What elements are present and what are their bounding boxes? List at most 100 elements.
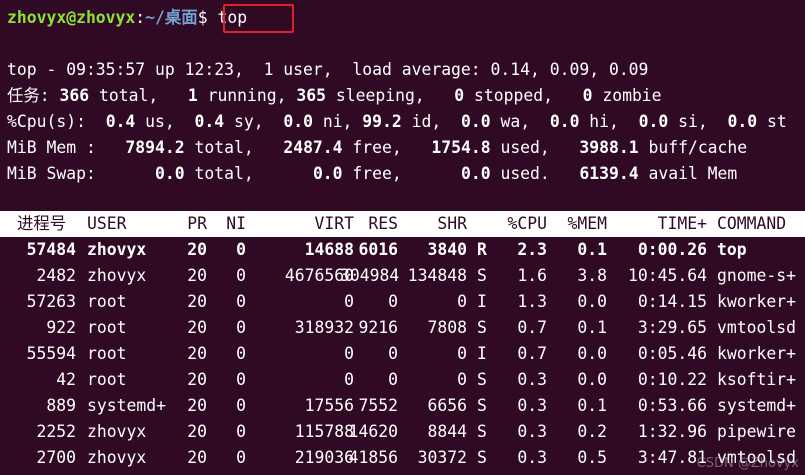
row-command: vmtoolsd [717, 318, 796, 337]
row-pid: 57263 [26, 292, 76, 311]
cpu-us-label: us, [135, 112, 195, 131]
table-row[interactable]: 57484 zhovyx 20 0 14688 6016 3840 R 2.3 … [0, 237, 805, 263]
watermark: CSDN @Zhovyx [696, 456, 799, 471]
row-command: top [717, 240, 747, 259]
swap-used: 0.0 [460, 164, 491, 183]
uptime-line: top - 09:35:57 up 12:23, 1 user, load av… [7, 60, 649, 79]
row-virt: 115788 [294, 422, 354, 441]
col-user: USER [87, 214, 127, 233]
row-state: R [477, 240, 487, 259]
terminal-window[interactable]: zhovyx@zhovyx:~/桌面$ top top - 09:35:57 u… [0, 0, 805, 475]
table-row[interactable]: 2482 zhovyx 20 0 4676560 304984 134848 S… [0, 263, 805, 289]
table-row[interactable]: 889 systemd+ 20 0 17556 7552 6656 S 0.3 … [0, 393, 805, 419]
row-pid: 2700 [36, 448, 76, 467]
row-state: S [477, 266, 487, 285]
table-row[interactable]: 922 root 20 0 318932 9216 7808 S 0.7 0.1… [0, 315, 805, 341]
cpu-sy: 0.4 [194, 112, 225, 131]
row-pid: 922 [46, 318, 76, 337]
row-ni: 0 [236, 292, 246, 311]
row-user: root [87, 370, 127, 389]
row-pr: 20 [187, 344, 207, 363]
row-mem: 0.2 [577, 422, 607, 441]
cpu-hi: 0.0 [549, 112, 580, 131]
cpu-ni-label: ni, [312, 112, 363, 131]
command-highlight-box [223, 4, 294, 33]
swap-used-label: used. [490, 164, 580, 183]
tasks-total: 366 [59, 86, 90, 105]
cpu-ni: 0.0 [283, 112, 313, 131]
cpu-st-label: st [757, 112, 787, 131]
row-pr: 20 [187, 422, 207, 441]
swap-total-label: total, [184, 164, 313, 183]
row-time: 1:32.96 [637, 422, 707, 441]
row-command: ksoftir+ [717, 370, 796, 389]
table-row[interactable]: 42 root 20 0 0 0 0 S 0.3 0.0 0:10.22 kso… [0, 367, 805, 393]
row-pid: 2482 [36, 266, 76, 285]
mem-free-label: free, [342, 138, 432, 157]
row-ni: 0 [236, 344, 246, 363]
row-cpu: 0.7 [517, 344, 547, 363]
row-time: 0:05.46 [637, 344, 707, 363]
row-pid: 55594 [26, 344, 76, 363]
row-state: S [477, 370, 487, 389]
col-command: COMMAND [717, 214, 787, 233]
row-state: S [477, 448, 487, 467]
row-user: root [87, 292, 127, 311]
swap-avail-label: avail Mem [638, 164, 738, 183]
row-shr: 0 [457, 292, 467, 311]
row-pr: 20 [187, 318, 207, 337]
mem-free: 2487.4 [283, 138, 343, 157]
process-table-header: 进程号 USER PR NI VIRT RES SHR %CPU %MEM TI… [0, 211, 805, 237]
table-row[interactable]: 57263 root 20 0 0 0 0 I 1.3 0.0 0:14.15 … [0, 289, 805, 315]
row-mem: 3.8 [577, 266, 607, 285]
row-res: 0 [388, 370, 398, 389]
tasks-total-label: total, [89, 86, 188, 105]
table-row[interactable]: 2252 zhovyx 20 0 115788 14620 8844 S 0.3… [0, 419, 805, 445]
tasks-zombie: 0 [582, 86, 593, 105]
cpu-wa-label: wa, [490, 112, 550, 131]
row-cpu: 0.7 [517, 318, 547, 337]
cpu-st: 0.0 [727, 112, 758, 131]
row-cpu: 2.3 [517, 240, 547, 259]
prompt-line: zhovyx@zhovyx:~/桌面$ top [7, 8, 247, 28]
cpu-sy-label: sy, [224, 112, 284, 131]
tasks-running: 1 [187, 86, 198, 105]
row-pid: 889 [46, 396, 76, 415]
row-virt: 4676560 [284, 266, 354, 285]
row-pr: 20 [187, 292, 207, 311]
col-res: RES [368, 214, 398, 233]
row-res: 41856 [348, 448, 398, 467]
row-ni: 0 [236, 370, 246, 389]
cpu-id-label: id, [401, 112, 461, 131]
row-cpu: 0.3 [517, 370, 547, 389]
swap-free-label: free, [342, 164, 461, 183]
row-state: I [477, 344, 487, 363]
row-shr: 6656 [427, 396, 467, 415]
mem-total-label: total, [184, 138, 284, 157]
row-command: pipewire [717, 422, 796, 441]
row-res: 6016 [358, 240, 398, 259]
row-ni: 0 [236, 448, 246, 467]
swap-label: MiB Swap: [7, 164, 156, 183]
prompt-user-host: zhovyx@zhovyx [7, 8, 136, 27]
row-shr: 8844 [427, 422, 467, 441]
row-command: gnome-s+ [717, 266, 796, 285]
table-row[interactable]: 55594 root 20 0 0 0 0 I 0.7 0.0 0:05.46 … [0, 341, 805, 367]
col-pid: 进程号 [17, 214, 67, 233]
row-mem: 0.1 [577, 318, 607, 337]
tasks-sleeping: 365 [296, 86, 326, 105]
mem-total: 7894.2 [125, 138, 185, 157]
row-user: systemd+ [87, 396, 166, 415]
cpu-si-label: si, [668, 112, 728, 131]
row-virt: 219036 [294, 448, 354, 467]
table-row[interactable]: 2700 zhovyx 20 0 219036 41856 30372 S 0.… [0, 445, 805, 471]
row-state: S [477, 422, 487, 441]
row-pr: 20 [187, 396, 207, 415]
row-ni: 0 [236, 240, 246, 259]
row-shr: 134848 [407, 266, 467, 285]
row-user: root [87, 318, 127, 337]
row-shr: 7808 [427, 318, 467, 337]
row-res: 0 [388, 292, 398, 311]
row-user: zhovyx [87, 422, 147, 441]
tasks-sleeping-label: sleeping, [326, 86, 455, 105]
